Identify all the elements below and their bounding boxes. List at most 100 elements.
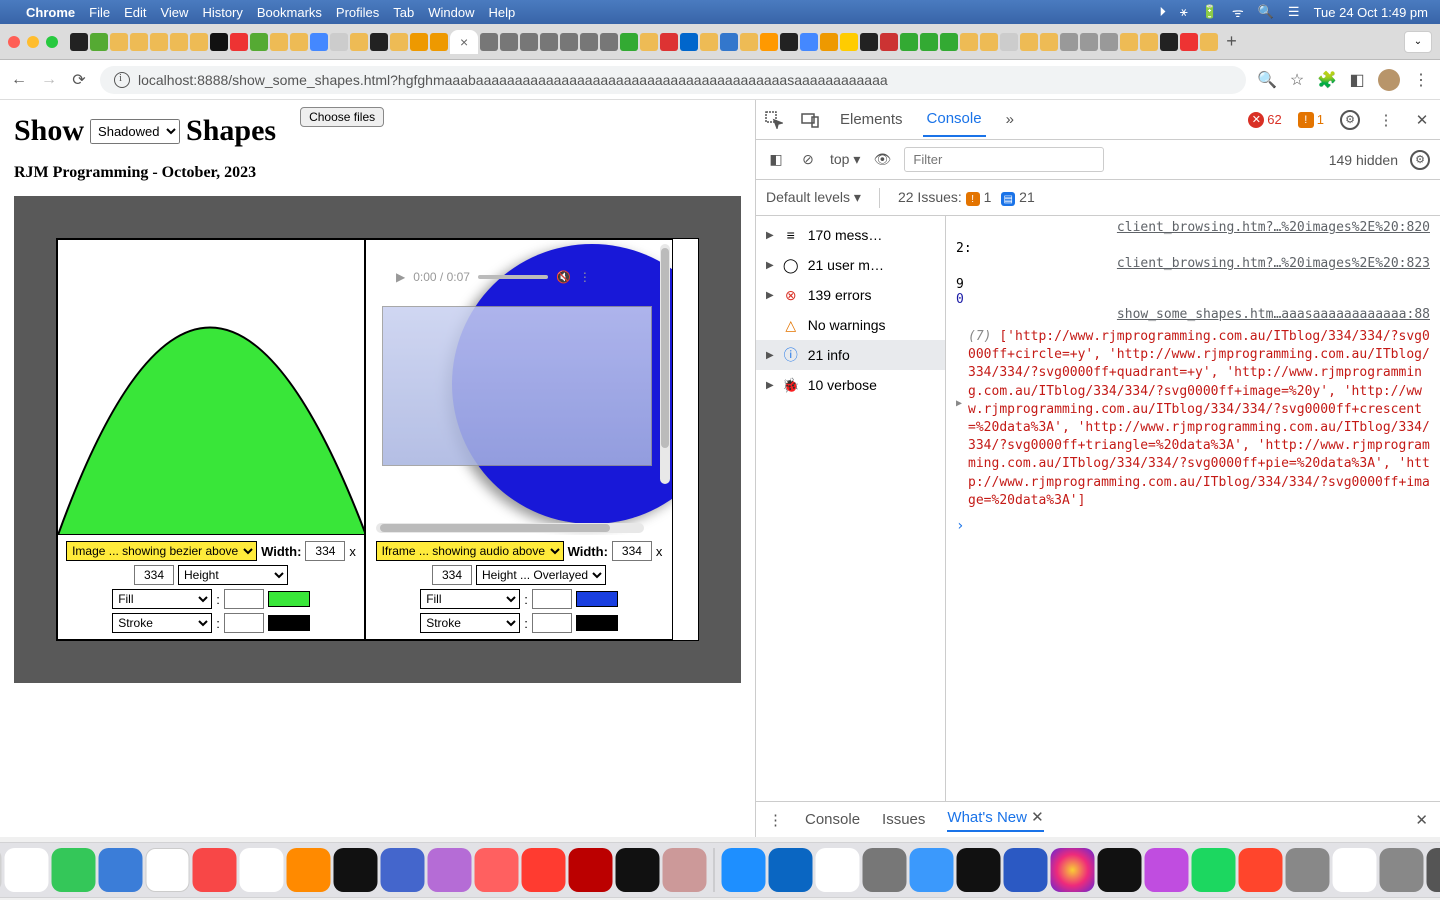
audio-controls[interactable]: ▶ 0:00 / 0:07 🔇 ⋮ xyxy=(396,270,591,284)
pinned-tab[interactable] xyxy=(410,33,428,51)
dock-app[interactable] xyxy=(1380,848,1424,892)
pinned-tab[interactable] xyxy=(740,33,758,51)
sidebar-info[interactable]: ▶ⓘ21 info xyxy=(756,340,945,370)
dock-app[interactable] xyxy=(663,848,707,892)
pinned-tab[interactable] xyxy=(980,33,998,51)
reload-button[interactable]: ⟳ xyxy=(70,71,88,89)
device-toolbar-icon[interactable] xyxy=(800,110,820,130)
right-stroke-select[interactable]: Stroke xyxy=(420,613,520,633)
pinned-tab[interactable] xyxy=(90,33,108,51)
menu-file[interactable]: File xyxy=(89,5,110,20)
pinned-tab[interactable] xyxy=(250,33,268,51)
pinned-tab[interactable] xyxy=(680,33,698,51)
left-height-select[interactable]: Height xyxy=(178,565,288,585)
dock-app[interactable] xyxy=(146,848,190,892)
pinned-tab[interactable] xyxy=(130,33,148,51)
console-log-area[interactable]: client_browsing.htm?…%20images%2E%20:820… xyxy=(946,216,1440,801)
pinned-tab[interactable] xyxy=(330,33,348,51)
drawer-tab-console[interactable]: Console xyxy=(805,811,860,828)
extensions-icon[interactable]: 🧩 xyxy=(1318,71,1336,89)
dock-app[interactable] xyxy=(863,848,907,892)
console-filter-input[interactable] xyxy=(904,147,1104,172)
address-bar[interactable]: localhost:8888/show_some_shapes.html?hgf… xyxy=(100,66,1246,94)
scrollbar-vertical[interactable] xyxy=(660,244,670,484)
play-icon[interactable]: ▶ xyxy=(396,270,405,284)
left-type-select[interactable]: Image ... showing bezier above xyxy=(66,541,257,561)
sidebar-messages[interactable]: ▶≡170 mess… xyxy=(756,220,945,250)
log-source-link[interactable]: client_browsing.htm?…%20images%2E%20:823 xyxy=(956,256,1430,271)
right-width-input[interactable] xyxy=(612,541,652,561)
left-stroke-select[interactable]: Stroke xyxy=(112,613,212,633)
sidebar-user-messages[interactable]: ▶◯21 user m… xyxy=(756,250,945,280)
expand-caret-icon[interactable]: ▶ xyxy=(956,328,962,510)
right-height-input[interactable] xyxy=(432,565,472,585)
profile-avatar[interactable] xyxy=(1378,69,1400,91)
drawer-tab-issues[interactable]: Issues xyxy=(882,811,925,828)
pinned-tab[interactable] xyxy=(1200,33,1218,51)
battery-icon[interactable]: 🔋 xyxy=(1202,4,1218,20)
media-menu-icon[interactable]: ⋮ xyxy=(579,270,591,284)
dock-app[interactable] xyxy=(522,848,566,892)
pinned-tab[interactable] xyxy=(880,33,898,51)
minimize-window-button[interactable] xyxy=(27,36,39,48)
devtools-settings-icon[interactable]: ⚙ xyxy=(1340,110,1360,130)
pinned-tab[interactable] xyxy=(70,33,88,51)
menu-help[interactable]: Help xyxy=(489,5,516,20)
control-center-icon[interactable]: ☰ xyxy=(1288,4,1300,20)
close-tab-icon[interactable]: × xyxy=(460,34,468,50)
dock-app[interactable] xyxy=(1098,848,1142,892)
pinned-tab[interactable] xyxy=(520,33,538,51)
dock-app[interactable] xyxy=(5,848,49,892)
dock-app[interactable] xyxy=(240,848,284,892)
menu-view[interactable]: View xyxy=(160,5,188,20)
pinned-tab[interactable] xyxy=(150,33,168,51)
choose-files-button[interactable]: Choose files xyxy=(300,107,384,127)
drawer-tab-whatsnew[interactable]: What's New ✕ xyxy=(947,808,1043,832)
dock-app[interactable] xyxy=(769,848,813,892)
pinned-tab[interactable] xyxy=(620,33,638,51)
devtools-menu-icon[interactable]: ⋮ xyxy=(1376,110,1396,130)
dock-app[interactable] xyxy=(957,848,1001,892)
dock-app[interactable] xyxy=(334,848,378,892)
pinned-tab[interactable] xyxy=(1000,33,1018,51)
pinned-tab[interactable] xyxy=(170,33,188,51)
pinned-tab[interactable] xyxy=(270,33,288,51)
pinned-tab[interactable] xyxy=(1180,33,1198,51)
execution-context-select[interactable]: top ▾ xyxy=(830,151,860,168)
wifi-icon[interactable]: ᯤ xyxy=(1232,3,1244,21)
dock-app[interactable] xyxy=(1239,848,1283,892)
pinned-tab[interactable] xyxy=(580,33,598,51)
pinned-tab[interactable] xyxy=(1100,33,1118,51)
error-count-badge[interactable]: ✕62 xyxy=(1248,112,1281,128)
right-type-select[interactable]: Iframe ... showing audio above xyxy=(376,541,564,561)
pinned-tab[interactable] xyxy=(390,33,408,51)
pinned-tab[interactable] xyxy=(1060,33,1078,51)
sidebar-errors[interactable]: ▶⊗139 errors xyxy=(756,280,945,310)
pinned-tab[interactable] xyxy=(1080,33,1098,51)
tab-console[interactable]: Console xyxy=(923,102,986,137)
pinned-tab[interactable] xyxy=(700,33,718,51)
mute-icon[interactable]: 🔇 xyxy=(556,270,571,284)
menu-window[interactable]: Window xyxy=(428,5,474,20)
dock-app[interactable] xyxy=(475,848,519,892)
maximize-window-button[interactable] xyxy=(46,36,58,48)
pinned-tab[interactable] xyxy=(660,33,678,51)
new-tab-button[interactable]: + xyxy=(1226,31,1237,52)
dock-app[interactable] xyxy=(99,848,143,892)
right-height-select[interactable]: Height ... Overlayed xyxy=(476,565,606,585)
inspect-element-icon[interactable] xyxy=(764,110,784,130)
log-source-link[interactable]: show_some_shapes.htm…aaasaaaaaaaaaaaa:88 xyxy=(956,307,1430,322)
pinned-tab[interactable] xyxy=(190,33,208,51)
pinned-tab[interactable] xyxy=(920,33,938,51)
dock-app[interactable] xyxy=(52,848,96,892)
drawer-close-icon[interactable]: ✕ xyxy=(1415,811,1428,829)
left-fill-select[interactable]: Fill xyxy=(112,589,212,609)
dock-app[interactable] xyxy=(569,848,613,892)
right-fill-swatch[interactable] xyxy=(576,591,618,607)
close-window-button[interactable] xyxy=(8,36,20,48)
dock-app[interactable] xyxy=(428,848,472,892)
pinned-tab[interactable] xyxy=(230,33,248,51)
menu-history[interactable]: History xyxy=(202,5,242,20)
clear-console-icon[interactable]: ⊘ xyxy=(798,150,818,170)
drawer-menu-icon[interactable]: ⋮ xyxy=(768,811,783,829)
